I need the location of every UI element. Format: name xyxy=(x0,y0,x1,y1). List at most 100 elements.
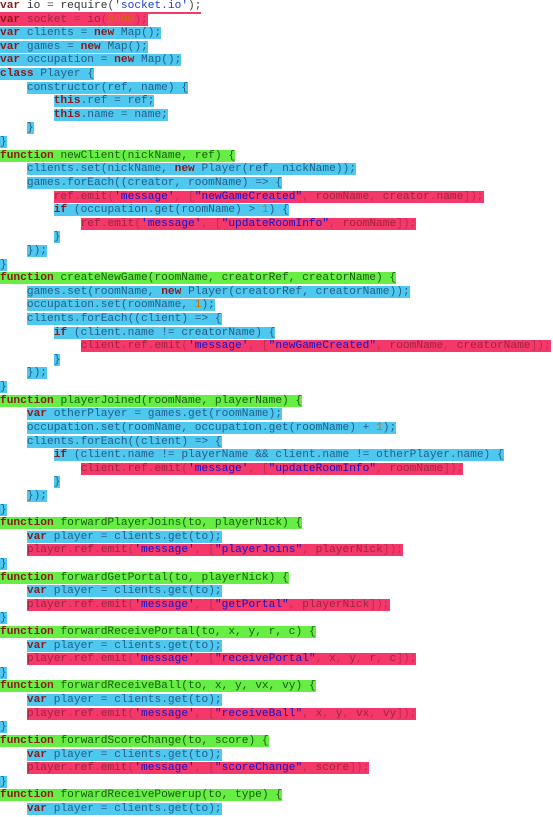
code-viewer[interactable]: var io = require('socket.io'); var socket… xyxy=(0,0,553,815)
code-line[interactable]: } xyxy=(0,353,553,368)
line-content: var player = clients.get(to); xyxy=(26,694,222,707)
code-line[interactable]: var player = clients.get(to); xyxy=(0,802,553,817)
code-line[interactable]: } xyxy=(0,122,553,136)
code-line[interactable]: function forwardPlayerJoins(to, playerNi… xyxy=(0,517,553,531)
line-content: } xyxy=(0,721,7,734)
code-line[interactable]: var player = clients.get(to); xyxy=(0,694,553,708)
line-content: }); xyxy=(26,244,48,257)
code-line[interactable]: occupation.set(roomName, occupation.get(… xyxy=(0,421,553,436)
code-line[interactable]: occupation.set(roomName, 1); xyxy=(0,299,553,313)
code-line[interactable]: var player = clients.get(to); xyxy=(0,530,553,545)
code-line[interactable]: player.ref.emit('message', ["scoreChange… xyxy=(0,762,553,776)
code-line[interactable]: clients.forEach((client) => { xyxy=(0,313,553,327)
code-line[interactable]: }); xyxy=(0,489,553,504)
code-line[interactable]: } xyxy=(0,557,553,572)
line-content: } xyxy=(0,557,7,570)
code-line[interactable]: games.set(roomName, new Player(creatorRe… xyxy=(0,285,553,300)
code-line[interactable]: var otherPlayer = games.get(roomName); xyxy=(0,408,553,422)
line-content: } xyxy=(0,136,7,149)
code-line[interactable]: ref.emit('message', ["updateRoomInfo", r… xyxy=(0,217,553,232)
code-line[interactable]: } xyxy=(0,231,553,245)
line-content: function forwardReceivePowerup(to, type)… xyxy=(0,789,283,802)
code-line[interactable]: if (occupation.get(roomName) > 1) { xyxy=(0,204,553,218)
line-content: player.ref.emit('message', ["scoreChange… xyxy=(26,762,370,775)
line-content: } xyxy=(0,381,7,394)
line-content: games.set(roomName, new Player(creatorRe… xyxy=(26,285,410,298)
line-content: class Player { xyxy=(0,68,95,81)
code-line[interactable]: ref.emit('message', ["newGameCreated", r… xyxy=(0,190,553,205)
line-content: function forwardReceiveBall(to, x, y, vx… xyxy=(0,680,316,693)
code-line[interactable]: function forwardScoreChange(to, score) { xyxy=(0,734,553,749)
code-line[interactable]: player.ref.emit('message', ["playerJoins… xyxy=(0,544,553,558)
code-line[interactable]: var io = require('socket.io'); xyxy=(0,0,553,14)
code-line[interactable]: function forwardReceivePortal(to, x, y, … xyxy=(0,626,553,640)
code-line[interactable]: } xyxy=(0,612,553,626)
code-line[interactable]: } xyxy=(0,503,553,518)
code-line[interactable]: var clients = new Map(); xyxy=(0,27,553,41)
code-line[interactable]: var player = clients.get(to); xyxy=(0,585,553,599)
code-line[interactable]: } xyxy=(0,258,553,273)
line-content: function newClient(nickName, ref) { xyxy=(0,149,236,162)
code-line[interactable]: constructor(ref, name) { xyxy=(0,81,553,96)
code-line[interactable]: player.ref.emit('message', ["receiveBall… xyxy=(0,707,553,722)
code-line[interactable]: var player = clients.get(to); xyxy=(0,748,553,763)
code-line[interactable]: this.ref = ref; xyxy=(0,95,553,109)
code-line[interactable]: function playerJoined(roomName, playerNa… xyxy=(0,394,553,409)
code-line[interactable]: this.name = name; xyxy=(0,108,553,123)
code-line[interactable]: function forwardReceivePowerup(to, type)… xyxy=(0,789,553,803)
line-content: player.ref.emit('message', ["receiveBall… xyxy=(26,707,417,720)
line-content: player.ref.emit('message', ["receivePort… xyxy=(26,653,417,666)
line-content: }); xyxy=(26,367,48,380)
code-line[interactable]: var games = new Map(); xyxy=(0,40,553,55)
line-content: this.ref = ref; xyxy=(53,95,155,108)
line-content: player.ref.emit('message', ["playerJoins… xyxy=(26,544,403,557)
code-line[interactable]: clients.forEach((client) => { xyxy=(0,435,553,450)
code-line[interactable]: client.ref.emit('message', ["updateRoomI… xyxy=(0,462,553,477)
code-line[interactable]: function forwardGetPortal(to, playerNick… xyxy=(0,571,553,586)
code-line[interactable]: if (client.name != playerName && client.… xyxy=(0,449,553,463)
line-content: var player = clients.get(to); xyxy=(26,639,222,652)
code-line[interactable]: var socket = io(8000); xyxy=(0,13,553,28)
code-line[interactable]: games.forEach((creator, roomName) => { xyxy=(0,176,553,191)
line-content: occupation.set(roomName, 1); xyxy=(26,299,215,312)
code-line[interactable]: } xyxy=(0,721,553,735)
line-content: var player = clients.get(to); xyxy=(26,802,222,815)
code-line[interactable]: class Player { xyxy=(0,68,553,82)
code-line[interactable]: client.ref.emit('message', ["newGameCrea… xyxy=(0,340,553,354)
code-line[interactable]: } xyxy=(0,476,553,490)
line-content: occupation.set(roomName, occupation.get(… xyxy=(26,421,397,434)
code-line[interactable]: } xyxy=(0,381,553,395)
code-line[interactable]: }); xyxy=(0,244,553,259)
code-line[interactable]: var player = clients.get(to); xyxy=(0,639,553,654)
code-line[interactable]: } xyxy=(0,666,553,681)
line-content: var otherPlayer = games.get(roomName); xyxy=(26,408,283,421)
code-line[interactable]: var occupation = new Map(); xyxy=(0,54,553,68)
code-line[interactable]: player.ref.emit('message', ["getPortal",… xyxy=(0,598,553,613)
line-content: constructor(ref, name) { xyxy=(26,81,189,94)
code-line[interactable]: } xyxy=(0,136,553,150)
line-content: clients.set(nickName, new Player(ref, ni… xyxy=(26,163,356,176)
code-line[interactable]: }); xyxy=(0,367,553,381)
code-line[interactable]: clients.set(nickName, new Player(ref, ni… xyxy=(0,163,553,177)
code-line[interactable]: } xyxy=(0,775,553,790)
line-content: } xyxy=(0,666,7,679)
line-content: var games = new Map(); xyxy=(0,40,148,53)
code-line[interactable]: function newClient(nickName, ref) { xyxy=(0,149,553,164)
code-line[interactable]: function createNewGame(roomName, creator… xyxy=(0,272,553,286)
code-line[interactable]: if (client.name != creatorName) { xyxy=(0,326,553,341)
code-line[interactable]: player.ref.emit('message', ["receivePort… xyxy=(0,653,553,667)
code-line[interactable]: function forwardReceiveBall(to, x, y, vx… xyxy=(0,680,553,694)
